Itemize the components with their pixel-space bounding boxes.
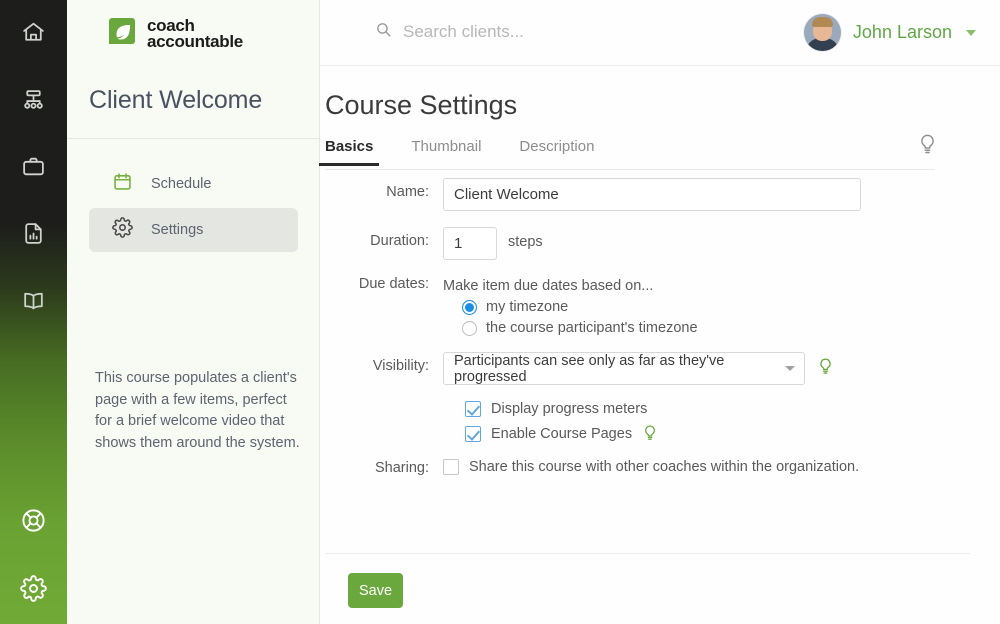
visibility-selected-value: Participants can see only as far as they…	[454, 352, 725, 385]
visibility-select[interactable]: Participants can see only as far as they…	[443, 352, 805, 385]
top-bar: John Larson	[320, 0, 1000, 66]
form-row-visibility: Visibility: Participants can see only as…	[320, 352, 1000, 385]
checkbox-option-display-progress-meters[interactable]: Display progress meters	[465, 401, 658, 417]
rail-item-clients[interactable]	[0, 149, 67, 183]
checkbox-option-enable-course-pages[interactable]: Enable Course Pages	[465, 423, 658, 444]
tab-thumbnail[interactable]: Thumbnail	[411, 138, 481, 165]
app-root: coach accountable Client Welcome Schedul…	[0, 0, 1000, 624]
lifebuoy-icon	[20, 507, 47, 534]
user-menu[interactable]: John Larson	[803, 14, 976, 51]
org-chart-icon	[21, 87, 46, 112]
form-row-duration: Duration: steps	[320, 227, 1000, 260]
tab-description[interactable]: Description	[519, 138, 594, 165]
search-input[interactable]	[403, 22, 733, 42]
form-row-due-dates: Due dates: Make item due dates based on.…	[320, 276, 1000, 336]
sidebar-divider	[67, 138, 319, 139]
sidebar-item-schedule[interactable]: Schedule	[89, 162, 298, 206]
chevron-down-icon	[966, 29, 976, 36]
form-row-toggles: Display progress meters Enable Course Pa…	[320, 395, 1000, 444]
due-dates-group: Make item due dates based on... my timez…	[443, 276, 698, 336]
visibility-label: Visibility:	[372, 358, 429, 374]
tab-basics[interactable]: Basics	[318, 138, 380, 166]
course-description-text: This course populates a client's page wi…	[95, 370, 300, 451]
gear-icon	[112, 217, 133, 243]
course-sidebar: coach accountable Client Welcome Schedul…	[67, 0, 320, 624]
checkbox-display-progress-meters[interactable]	[465, 401, 481, 417]
report-icon	[21, 221, 46, 246]
checkbox-label-share-course: Share this course with other coaches wit…	[469, 459, 860, 475]
checkbox-share-course[interactable]	[443, 459, 459, 475]
name-input[interactable]	[443, 178, 861, 211]
rail-item-help[interactable]	[0, 503, 67, 537]
chevron-down-icon	[785, 366, 795, 371]
book-icon	[21, 288, 46, 313]
brand-line-2: accountable	[147, 31, 243, 51]
rail-item-home[interactable]	[0, 15, 67, 49]
form-footer-divider	[325, 553, 970, 554]
brand-logo[interactable]: coach accountable	[105, 14, 243, 53]
duration-input[interactable]	[443, 227, 497, 260]
form-row-name: Name:	[320, 178, 1000, 211]
radio-option-participant-timezone[interactable]: the course participant's timezone	[462, 320, 698, 336]
user-name-label: John Larson	[852, 22, 952, 42]
tab-bar: Basics Thumbnail Description	[318, 134, 935, 170]
page-title: Course Settings	[325, 90, 518, 120]
radio-label-my-timezone: my timezone	[486, 299, 569, 315]
rail-item-library[interactable]	[0, 283, 67, 317]
rail-item-reports[interactable]	[0, 216, 67, 250]
search-area[interactable]	[375, 21, 733, 43]
checkbox-option-share-course[interactable]: Share this course with other coaches wit…	[443, 458, 859, 476]
leaf-logo-icon	[105, 14, 139, 53]
course-settings-form: Name: Duration: steps Due dates: Make it…	[320, 178, 1000, 476]
sidebar-item-label-schedule: Schedule	[151, 176, 212, 192]
duration-unit-label: steps	[508, 234, 543, 250]
save-button[interactable]: Save	[348, 573, 403, 608]
help-hint-icon[interactable]	[917, 132, 938, 163]
briefcase-icon	[21, 154, 46, 179]
avatar	[803, 14, 841, 51]
main-content: John Larson Course Settings Basics Thumb…	[318, 0, 1000, 624]
name-label: Name:	[386, 184, 429, 200]
radio-label-participant-timezone: the course participant's timezone	[486, 320, 698, 336]
gear-icon	[20, 574, 47, 602]
checkbox-label-enable-course-pages: Enable Course Pages	[491, 425, 633, 442]
rail-item-teams[interactable]	[0, 82, 67, 116]
radio-my-timezone[interactable]	[462, 299, 477, 315]
radio-option-my-timezone[interactable]: my timezone	[462, 299, 698, 315]
calendar-icon	[112, 171, 133, 197]
home-icon	[21, 20, 46, 45]
form-row-sharing: Sharing: Share this course with other co…	[320, 458, 1000, 476]
sidebar-course-title: Client Welcome	[89, 86, 263, 114]
toggles-spacer	[320, 395, 443, 444]
due-dates-heading: Make item due dates based on...	[443, 278, 654, 294]
visibility-help-hint-icon[interactable]	[817, 352, 834, 385]
duration-label: Duration:	[370, 233, 429, 249]
course-pages-help-hint-icon[interactable]	[642, 423, 658, 444]
due-dates-label: Due dates:	[358, 276, 429, 292]
search-icon	[375, 21, 392, 43]
brand-wordmark: coach accountable	[147, 17, 243, 51]
rail-item-account-settings[interactable]	[0, 571, 67, 605]
radio-participant-timezone[interactable]	[462, 320, 477, 336]
primary-nav-rail	[0, 0, 67, 624]
sidebar-item-settings[interactable]: Settings	[89, 208, 298, 252]
toggles-group: Display progress meters Enable Course Pa…	[465, 395, 658, 444]
checkbox-label-display-progress-meters: Display progress meters	[491, 401, 648, 417]
checkbox-enable-course-pages[interactable]	[465, 425, 481, 442]
sharing-label: Sharing:	[374, 460, 429, 476]
sidebar-item-label-settings: Settings	[151, 222, 204, 238]
